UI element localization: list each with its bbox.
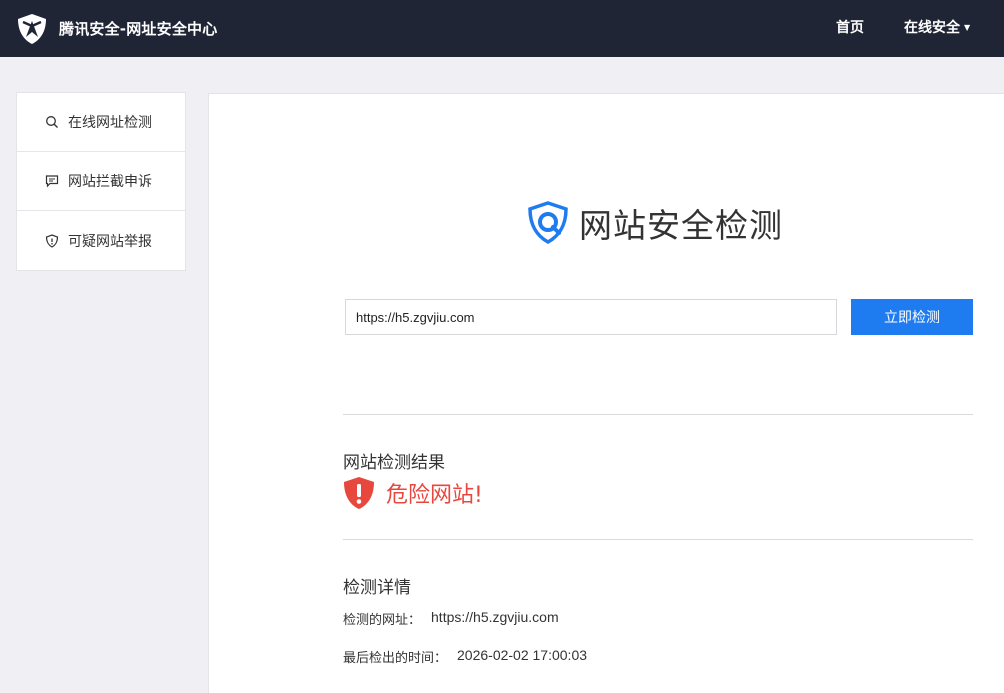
detail-value: 2026-02-02 17:00:03 (457, 647, 588, 663)
sidebar-item-appeal[interactable]: 网站拦截申诉 (17, 152, 185, 211)
page-title-block: 网站安全检测 (525, 199, 783, 247)
caret-down-icon: ▼ (964, 22, 971, 32)
brand-title: 腾讯安全-网址安全中心 (59, 20, 218, 38)
url-input[interactable] (345, 299, 837, 335)
danger-shield-icon (344, 477, 374, 509)
result-section-title: 网站检测结果 (343, 453, 445, 473)
check-now-button[interactable]: 立即检测 (851, 299, 973, 335)
divider (343, 539, 973, 540)
detail-row-url: 检测的网址： https://h5.zgvjiu.com (343, 609, 559, 628)
detail-label: 最后检出的时间： (343, 651, 448, 666)
security-check-logo-icon (528, 201, 568, 244)
sidebar-item-label: 网站拦截申诉 (68, 174, 152, 190)
detail-label: 检测的网址： (343, 613, 422, 628)
top-header: 腾讯安全-网址安全中心 首页 在线安全 ▼ (0, 0, 1004, 57)
main-panel: 网站安全检测 立即检测 网站检测结果 危险网站! 检测详情 检测的网址： htt… (208, 93, 1004, 693)
result-status: 危险网站! (343, 476, 483, 510)
brand[interactable]: 腾讯安全-网址安全中心 (15, 12, 217, 46)
sidebar-item-label: 在线网址检测 (68, 115, 152, 131)
nav-home[interactable]: 首页 (836, 17, 864, 37)
shield-alert-icon (45, 233, 59, 248)
message-icon (45, 174, 59, 188)
detail-value: https://h5.zgvjiu.com (431, 609, 559, 625)
nav-online-security-label: 在线安全 (904, 20, 960, 36)
danger-status-text: 危险网站! (386, 483, 483, 508)
sidebar-item-report[interactable]: 可疑网站举报 (17, 211, 185, 270)
details-section-title: 检测详情 (343, 578, 411, 598)
sidebar: 在线网址检测 网站拦截申诉 可疑网站举报 (16, 92, 186, 271)
nav-online-security[interactable]: 在线安全 ▼ (904, 17, 970, 37)
search-icon (45, 115, 59, 129)
sidebar-item-label: 可疑网站举报 (68, 233, 152, 250)
divider (343, 414, 973, 415)
page-title: 网站安全检测 (579, 206, 783, 245)
detail-row-time: 最后检出的时间： 2026-02-02 17:00:03 (343, 647, 587, 666)
sidebar-item-url-check[interactable]: 在线网址检测 (17, 93, 185, 152)
tencent-security-logo-icon (15, 12, 49, 46)
